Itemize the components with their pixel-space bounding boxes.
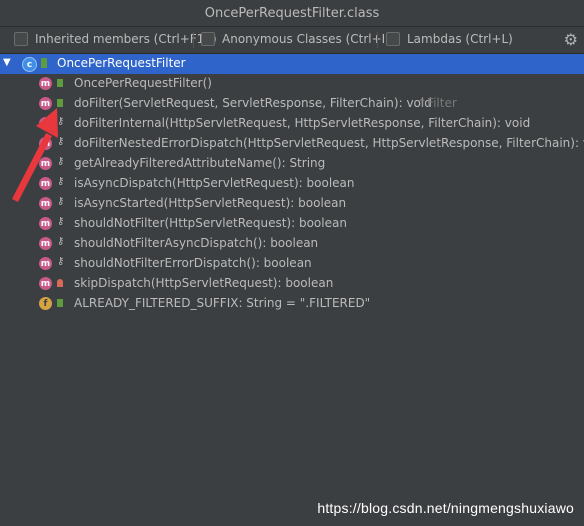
- tree-item-label: isAsyncStarted(HttpServletRequest): bool…: [74, 196, 347, 210]
- public-visibility-icon: [57, 296, 63, 310]
- protected-visibility-icon: ⚷: [57, 216, 65, 227]
- public-visibility-icon: [57, 76, 63, 90]
- anonymous-classes-checkbox[interactable]: [201, 32, 215, 46]
- tree-item[interactable]: m skipDispatch(HttpServletRequest): boole…: [0, 274, 584, 294]
- tree-item[interactable]: m ⚷ isAsyncStarted(HttpServletRequest): bo…: [0, 194, 584, 214]
- method-icon: m: [39, 117, 52, 130]
- method-icon: m: [39, 137, 52, 150]
- tree-item[interactable]: m ⚷ shouldNotFilterAsyncDispatch(): boolea…: [0, 234, 584, 254]
- anonymous-classes-label: Anonymous Classes (Ctrl+I): [222, 32, 390, 46]
- tree-item-label: shouldNotFilterAsyncDispatch(): boolean: [74, 236, 319, 250]
- tree-item[interactable]: m ⚷ doFilterNestedErrorDispatch(HttpServle…: [0, 134, 584, 154]
- tree-item-label: shouldNotFilter(HttpServletRequest): boo…: [74, 216, 347, 230]
- method-icon: m: [39, 217, 52, 230]
- public-visibility-icon: [41, 58, 47, 68]
- field-icon: f: [39, 297, 52, 310]
- tree-item[interactable]: f ALREADY_FILTERED_SUFFIX: String = ".FIL…: [0, 294, 584, 314]
- tree-item-label: isAsyncDispatch(HttpServletRequest): boo…: [74, 176, 355, 190]
- method-icon: m: [39, 157, 52, 170]
- tree-item-label: doFilterNestedErrorDispatch(HttpServletR…: [74, 136, 584, 150]
- tree-item[interactable]: m doFilter(ServletRequest, ServletRespons…: [0, 94, 584, 114]
- protected-visibility-icon: ⚷: [57, 236, 65, 247]
- tree-item[interactable]: m ⚷ isAsyncDispatch(HttpServletRequest): b…: [0, 174, 584, 194]
- method-icon: m: [39, 237, 52, 250]
- tree-item-label: doFilter(ServletRequest, ServletResponse…: [74, 96, 432, 110]
- inherited-members-option[interactable]: Inherited members (Ctrl+F12): [14, 32, 217, 46]
- tree-item[interactable]: m ⚷ shouldNotFilterErrorDispatch(): boolea…: [0, 254, 584, 274]
- method-icon: m: [39, 277, 52, 290]
- method-icon: m: [39, 97, 52, 110]
- inherited-from-label: ↑Filter: [417, 96, 457, 110]
- tree-root-label: OncePerRequestFilter: [57, 56, 186, 70]
- method-icon: m: [39, 177, 52, 190]
- private-visibility-icon: [57, 276, 63, 290]
- protected-visibility-icon: ⚷: [57, 136, 65, 147]
- structure-tree: ▼ c OncePerRequestFilter m OncePerRequest…: [0, 54, 584, 526]
- protected-visibility-icon: ⚷: [57, 156, 65, 167]
- structure-options-bar: Inherited members (Ctrl+F12) Anonymous C…: [0, 27, 584, 54]
- protected-visibility-icon: ⚷: [57, 176, 65, 187]
- tree-item-label: doFilterInternal(HttpServletRequest, Htt…: [74, 116, 531, 130]
- gear-icon[interactable]: ⚙: [564, 30, 578, 49]
- lambdas-label: Lambdas (Ctrl+L): [407, 32, 513, 46]
- tree-item[interactable]: m ⚷ shouldNotFilter(HttpServletRequest): b…: [0, 214, 584, 234]
- watermark: https://blog.csdn.net/ningmengshuxiawo: [317, 500, 574, 516]
- tree-item[interactable]: m OncePerRequestFilter(): [0, 74, 584, 94]
- tree-root-class[interactable]: ▼ c OncePerRequestFilter: [0, 54, 584, 74]
- inherited-members-checkbox[interactable]: [14, 32, 28, 46]
- public-visibility-icon: [57, 96, 63, 110]
- method-icon: m: [39, 197, 52, 210]
- lambdas-checkbox[interactable]: [386, 32, 400, 46]
- method-icon: m: [39, 257, 52, 270]
- tree-item-label: skipDispatch(HttpServletRequest): boolea…: [74, 276, 334, 290]
- expand-triangle-icon[interactable]: ▼: [3, 57, 11, 68]
- tree-item[interactable]: m ⚷ doFilterInternal(HttpServletRequest, H…: [0, 114, 584, 134]
- option-separator: [377, 32, 378, 48]
- anonymous-classes-option[interactable]: Anonymous Classes (Ctrl+I): [201, 32, 390, 46]
- option-separator: [193, 32, 194, 48]
- window-title: OncePerRequestFilter.class: [0, 0, 584, 27]
- inherited-members-label: Inherited members (Ctrl+F12): [35, 32, 217, 46]
- protected-visibility-icon: ⚷: [57, 256, 65, 267]
- protected-visibility-icon: ⚷: [57, 196, 65, 207]
- method-icon: m: [39, 77, 52, 90]
- tree-item-label: OncePerRequestFilter(): [74, 76, 212, 90]
- tree-item-label: shouldNotFilterErrorDispatch(): boolean: [74, 256, 312, 270]
- tree-item[interactable]: m ⚷ getAlreadyFilteredAttributeName(): Str…: [0, 154, 584, 174]
- class-icon: c: [22, 57, 37, 72]
- tree-item-label: ALREADY_FILTERED_SUFFIX: String = ".FILT…: [74, 296, 371, 310]
- lambdas-option[interactable]: Lambdas (Ctrl+L): [386, 32, 513, 46]
- protected-visibility-icon: ⚷: [57, 116, 65, 127]
- tree-item-label: getAlreadyFilteredAttributeName(): Strin…: [74, 156, 326, 170]
